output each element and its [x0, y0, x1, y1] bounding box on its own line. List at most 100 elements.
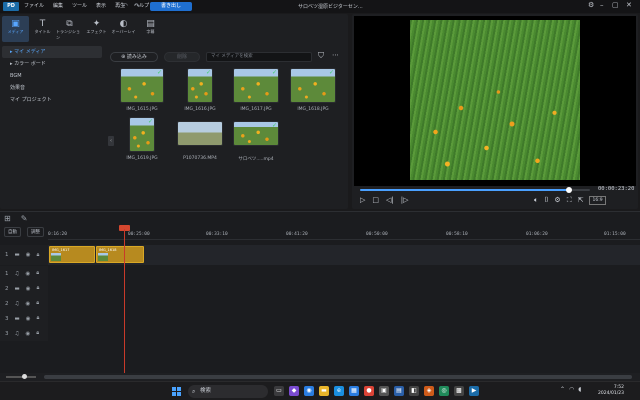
taskbar-search[interactable]: ⌕ 検索: [188, 385, 268, 398]
file-explorer-icon[interactable]: ▬: [319, 386, 329, 396]
lock-icon[interactable]: 🔒︎: [36, 330, 39, 337]
app-icon-4[interactable]: ◈: [424, 386, 434, 396]
add-track-icon[interactable]: ⊞: [4, 214, 11, 223]
edit-tool-icon[interactable]: ✎: [21, 214, 28, 223]
sidebar-item-my-media[interactable]: ▸ マイ メディア: [2, 46, 102, 58]
minimize-icon[interactable]: –: [600, 1, 604, 9]
visibility-icon[interactable]: ◉: [26, 286, 31, 292]
playhead[interactable]: [124, 229, 125, 382]
export-button[interactable]: 書き出し: [150, 2, 192, 11]
zoom-slider[interactable]: [6, 376, 36, 378]
title-icon: T: [39, 19, 46, 29]
lock-icon[interactable]: 🔒︎: [36, 270, 39, 277]
timeline-clip[interactable]: IMG_1618: [96, 246, 144, 263]
snapshot-icon[interactable]: ⌷: [544, 196, 548, 205]
media-item[interactable]: ✓ サロベツ.....mp4: [230, 117, 282, 162]
chat-icon[interactable]: ◉: [304, 386, 314, 396]
sidebar-item-color-board[interactable]: ▸ カラー ボード: [2, 58, 102, 70]
media-item[interactable]: ✓ IMG_1615.JPG: [117, 68, 167, 112]
tab-transition[interactable]: ⧉ トランジション: [56, 16, 83, 42]
visibility-icon[interactable]: ◉: [25, 331, 30, 337]
playback-progress[interactable]: [360, 187, 590, 193]
windows-start-icon[interactable]: [172, 387, 181, 396]
progress-knob[interactable]: [566, 187, 573, 193]
settings-icon[interactable]: ⚙: [588, 1, 594, 9]
delete-button[interactable]: 削除: [164, 52, 200, 62]
app-icon-3[interactable]: ◧: [409, 386, 419, 396]
check-icon: ✓: [271, 122, 277, 129]
media-item[interactable]: ✓ IMG_1616.JPG: [175, 68, 225, 112]
lock-icon[interactable]: 🔒︎: [37, 315, 40, 322]
preview-screen[interactable]: [354, 16, 636, 186]
powerdirector-taskbar-icon[interactable]: ▶: [469, 386, 479, 396]
undo-icon[interactable]: ↶: [122, 2, 128, 10]
media-item[interactable]: ✓ IMG_1619.JPG: [117, 117, 167, 161]
chrome-icon[interactable]: ●: [364, 386, 374, 396]
menu-tools[interactable]: ツール: [72, 3, 87, 10]
track-lane[interactable]: [48, 281, 640, 296]
widgets-icon[interactable]: ◆: [289, 386, 299, 396]
app-icon-1[interactable]: ▣: [379, 386, 389, 396]
redo-icon[interactable]: ↷: [134, 2, 140, 10]
track-lane[interactable]: [48, 266, 640, 281]
edge-icon[interactable]: e: [334, 386, 344, 396]
tab-effect[interactable]: ✦ エフェクト: [83, 16, 110, 42]
filter-icon[interactable]: ⛉: [318, 51, 324, 61]
aspect-ratio-button[interactable]: 16:9: [589, 196, 606, 205]
lock-icon[interactable]: 🔒︎: [37, 285, 40, 292]
lock-icon[interactable]: 🔒︎: [36, 300, 39, 307]
adjust-button[interactable]: 調整: [27, 227, 44, 237]
next-frame-icon[interactable]: |▷: [401, 196, 409, 204]
timeline-clip[interactable]: IMG_1617: [49, 246, 95, 263]
timeline-ruler[interactable]: 0:16:20 00:25:00 00:33:10 00:41:20 00:50…: [48, 230, 640, 240]
tab-media[interactable]: ▣ メディア: [2, 16, 29, 42]
settings-icon[interactable]: ⚙: [554, 196, 560, 205]
tab-title[interactable]: T タイトル: [29, 16, 56, 42]
tab-subtitle[interactable]: ▤ 字幕: [137, 16, 164, 42]
visibility-icon[interactable]: ◉: [26, 252, 31, 258]
more-icon[interactable]: ⋯: [332, 51, 339, 59]
store-icon[interactable]: ▦: [349, 386, 359, 396]
fullscreen-icon[interactable]: ⛶: [567, 196, 572, 205]
speaker-icon[interactable]: ◖: [578, 386, 581, 393]
app-icon-6[interactable]: ▩: [454, 386, 464, 396]
taskbar-apps: ▭ ◆ ◉ ▬ e ▦ ● ▣ ▤ ◧ ◈ ◎ ▩ ▶: [274, 386, 479, 396]
media-item[interactable]: P1070736.MP4: [174, 117, 226, 161]
lock-icon[interactable]: 🔒︎: [37, 252, 40, 259]
app-icon-5[interactable]: ◎: [439, 386, 449, 396]
import-button[interactable]: ⊕ 読み込み: [110, 52, 158, 62]
wifi-icon[interactable]: ◠: [569, 386, 574, 393]
chevron-up-icon[interactable]: ⌃: [560, 386, 565, 393]
prev-frame-icon[interactable]: ◁|: [386, 196, 394, 204]
visibility-icon[interactable]: ◉: [25, 271, 30, 277]
media-item[interactable]: ✓ IMG_1617.JPG: [230, 68, 282, 112]
track-lane[interactable]: [48, 326, 640, 341]
task-view-icon[interactable]: ▭: [274, 386, 284, 396]
search-input[interactable]: マイ メディアを検索: [206, 52, 312, 62]
sidebar-item-my-projects[interactable]: マイ プロジェクト: [2, 94, 102, 106]
app-icon-2[interactable]: ▤: [394, 386, 404, 396]
maximize-icon[interactable]: ▢: [612, 1, 619, 9]
close-icon[interactable]: ✕: [626, 1, 632, 9]
tab-overlay[interactable]: ◐ オーバーレイ: [110, 16, 137, 42]
track-lane[interactable]: [48, 296, 640, 311]
sidebar-item-sound-effects[interactable]: 効果音: [2, 82, 102, 94]
sidebar-collapse-handle[interactable]: ‹: [108, 136, 114, 146]
clock[interactable]: 7:52 2024/01/23: [598, 385, 624, 397]
menu-edit[interactable]: 編集: [53, 3, 63, 10]
zoom-knob[interactable]: [22, 374, 27, 379]
sidebar-item-bgm[interactable]: BGM: [2, 70, 102, 82]
track-lane[interactable]: [48, 311, 640, 326]
menu-file[interactable]: ファイル: [24, 3, 44, 10]
fit-button[interactable]: 自動: [4, 227, 21, 237]
horizontal-scrollbar[interactable]: [44, 375, 632, 379]
video-track-icon: ▬: [14, 285, 20, 292]
visibility-icon[interactable]: ◉: [25, 301, 30, 307]
play-icon[interactable]: ▷: [360, 196, 365, 204]
stop-icon[interactable]: □: [372, 196, 379, 204]
visibility-icon[interactable]: ◉: [26, 316, 31, 322]
menu-view[interactable]: 表示: [96, 3, 106, 10]
popout-icon[interactable]: ⇱: [578, 196, 584, 205]
media-item[interactable]: ✓ IMG_1618.JPG: [287, 68, 339, 112]
volume-icon[interactable]: 🔈︎: [534, 196, 538, 205]
